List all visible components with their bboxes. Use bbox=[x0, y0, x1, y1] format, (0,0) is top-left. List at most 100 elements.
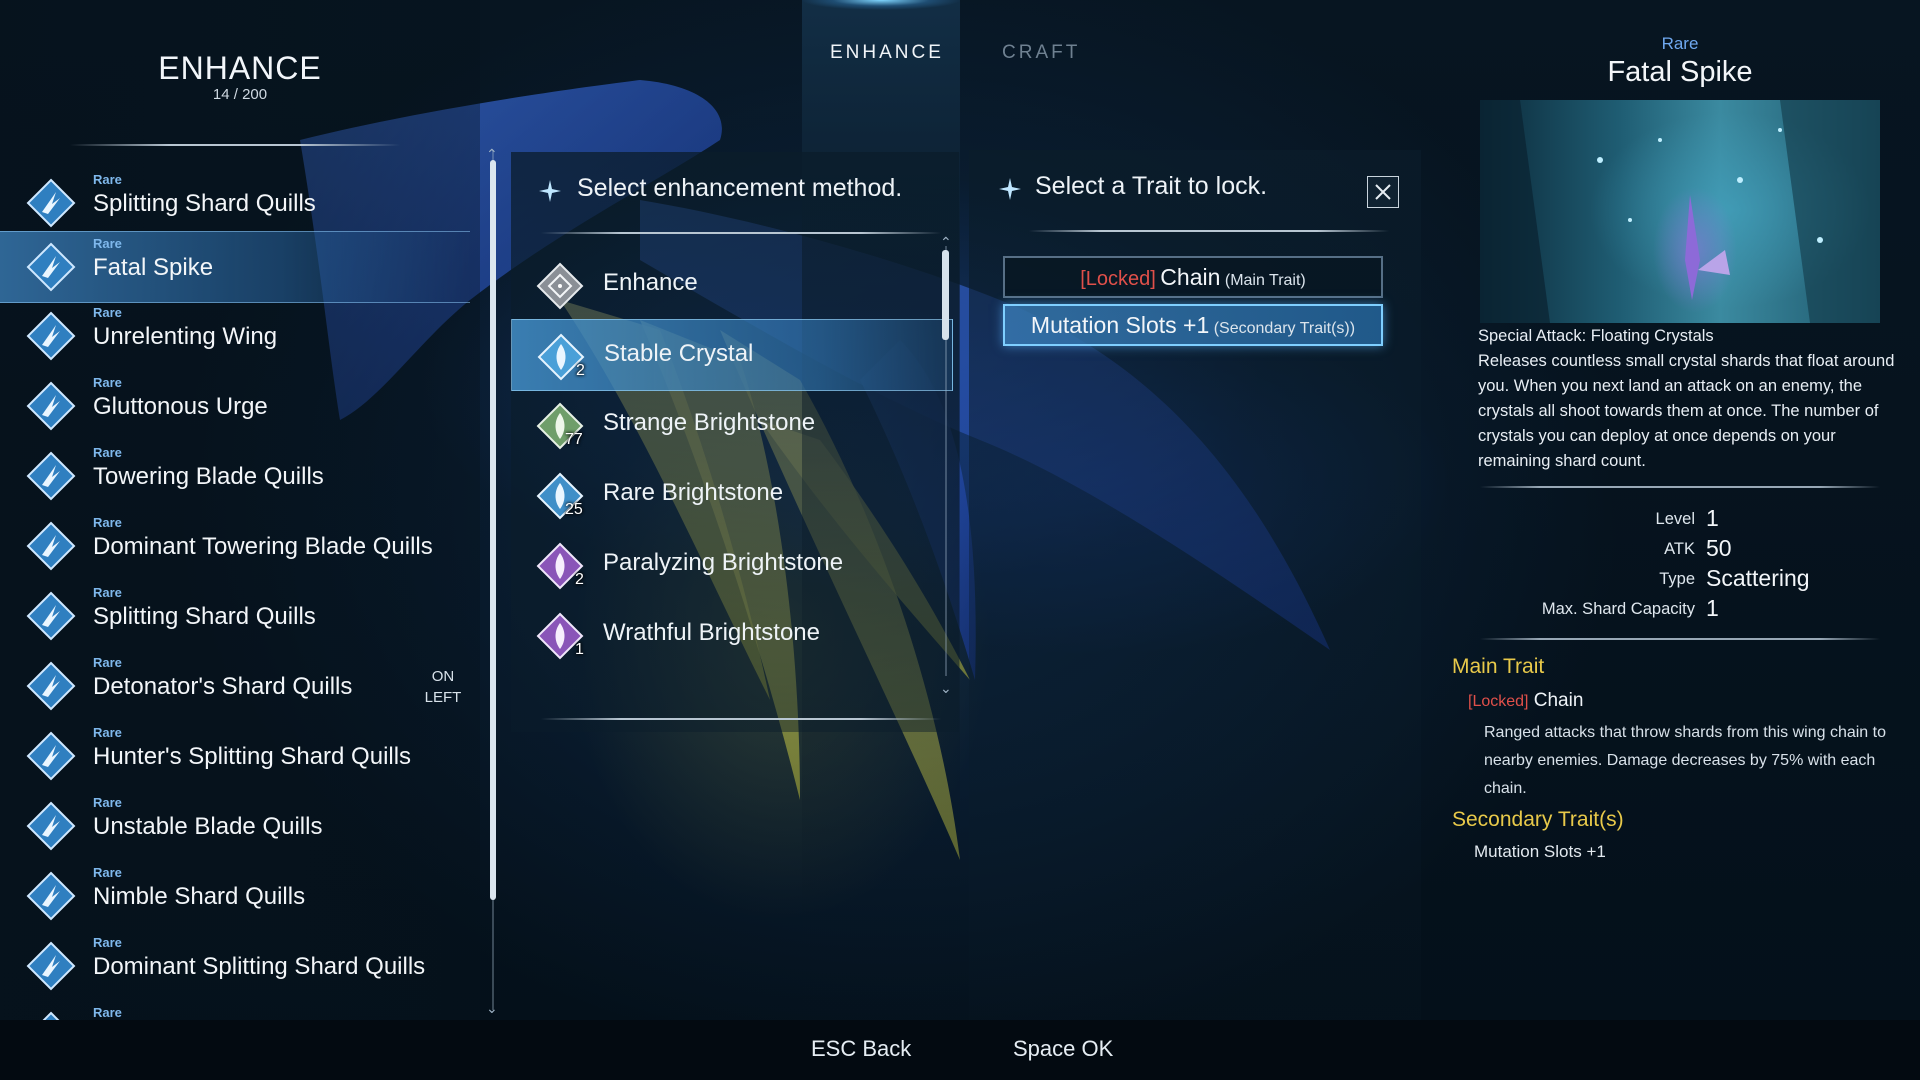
method-name: Paralyzing Brightstone bbox=[603, 549, 844, 576]
close-button[interactable] bbox=[1367, 176, 1399, 208]
diamond-wing-icon bbox=[26, 941, 76, 991]
list-item-selected[interactable]: Rare Fatal Spike bbox=[0, 231, 470, 303]
list-item[interactable]: Rare Detonator's Shard Quills bbox=[0, 651, 470, 721]
rarity-label: Rare bbox=[93, 725, 122, 740]
item-name: Splitting Shard Quills bbox=[93, 603, 316, 630]
diamond-wing-icon bbox=[26, 178, 76, 228]
chevron-down-icon[interactable]: ⌄ bbox=[940, 680, 952, 697]
list-item[interactable]: Rare Hunter's Splitting Shard Quills bbox=[0, 721, 470, 791]
tab-enhance[interactable]: ENHANCE bbox=[830, 42, 944, 64]
diamond-wing-icon bbox=[26, 591, 76, 641]
chevron-down-icon[interactable]: ⌄ bbox=[486, 1000, 498, 1017]
diamond-wing-icon bbox=[26, 242, 76, 292]
chevron-up-icon[interactable]: ⌃ bbox=[486, 146, 498, 163]
rarity-label: Rare bbox=[93, 172, 122, 187]
method-item[interactable]: 2 Paralyzing Brightstone bbox=[511, 529, 951, 599]
divider bbox=[541, 718, 941, 720]
character-preview-art bbox=[1480, 100, 1880, 323]
secondary-trait-name: Mutation Slots +1 bbox=[1474, 842, 1606, 861]
rarity-label: Rare bbox=[93, 445, 122, 460]
detail-rarity: Rare bbox=[1661, 34, 1699, 53]
quantity-badge: 1 bbox=[575, 641, 584, 658]
ok-button[interactable]: Space OK bbox=[1013, 1036, 1113, 1062]
stat-value: 50 bbox=[1706, 535, 1732, 561]
method-item-selected[interactable]: 2 Stable Crystal bbox=[511, 319, 953, 391]
list-item[interactable]: Rare Towering Blade Quills bbox=[0, 441, 470, 511]
rarity-label: Rare bbox=[93, 795, 122, 810]
special-attack-title: Special Attack: Floating Crystals bbox=[1478, 327, 1714, 345]
diamond-wing-icon bbox=[26, 871, 76, 921]
back-button[interactable]: ESC Back bbox=[811, 1036, 911, 1062]
item-detail-panel: Rare Fatal Spike Special Attack: Floatin… bbox=[1440, 0, 1920, 1020]
diamond-wing-icon bbox=[26, 451, 76, 501]
diamond-wing-icon bbox=[26, 521, 76, 571]
item-name: Dominant Towering Blade Quills bbox=[93, 533, 433, 560]
rarity-label: Rare bbox=[93, 236, 122, 251]
stat-label: ATK bbox=[1664, 540, 1695, 558]
list-item[interactable]: Rare Splitting Shard Quills bbox=[0, 581, 470, 651]
detail-title: Fatal Spike bbox=[1607, 56, 1753, 88]
trait-lock-panel: Select a Trait to lock. [Locked] Chain (… bbox=[969, 150, 1421, 1020]
divider bbox=[1029, 230, 1389, 232]
quantity-badge: 77 bbox=[565, 431, 583, 448]
four-point-star-icon bbox=[999, 178, 1021, 200]
item-name: Towering Blade Quills bbox=[93, 463, 324, 490]
method-item[interactable]: 25 Rare Brightstone bbox=[511, 459, 951, 529]
stat-value: 1 bbox=[1706, 595, 1719, 621]
tab-craft[interactable]: CRAFT bbox=[1002, 42, 1080, 64]
item-count: 14 / 200 bbox=[212, 86, 268, 103]
control-hints-bar bbox=[0, 1020, 1920, 1080]
method-name: Strange Brightstone bbox=[603, 409, 816, 436]
diamond-wing-icon bbox=[26, 311, 76, 361]
quantity-badge: 2 bbox=[576, 362, 585, 379]
list-item[interactable]: Rare bbox=[0, 1001, 470, 1020]
locked-tag: [Locked] bbox=[1080, 268, 1156, 290]
list-item[interactable]: Rare Splitting Shard Quills bbox=[0, 168, 470, 238]
secondary-trait-heading: Secondary Trait(s) bbox=[1452, 808, 1624, 831]
item-name: Unstable Blade Quills bbox=[93, 813, 323, 840]
trait-option-main[interactable]: [Locked] Chain (Main Trait) bbox=[1003, 256, 1383, 298]
item-name: Nimble Shard Quills bbox=[93, 883, 306, 910]
page-title: ENHANCE bbox=[158, 50, 322, 86]
main-trait-heading: Main Trait bbox=[1452, 655, 1545, 678]
panel-heading: Select enhancement method. bbox=[577, 174, 903, 202]
rarity-label: Rare bbox=[93, 1005, 122, 1020]
preview-image bbox=[1480, 100, 1880, 323]
item-list-panel: ENHANCE 14 / 200 Rare Splitting Shard Qu… bbox=[0, 0, 480, 1020]
chevron-up-icon[interactable]: ⌃ bbox=[940, 234, 952, 251]
method-item[interactable]: 1 Wrathful Brightstone bbox=[511, 599, 951, 669]
stat-value: 1 bbox=[1706, 505, 1719, 531]
list-item[interactable]: Rare Nimble Shard Quills bbox=[0, 861, 470, 931]
item-list-scroll-thumb[interactable] bbox=[490, 160, 496, 900]
mode-tabs: ENHANCE CRAFT bbox=[802, 0, 1162, 1020]
trait-name: Chain bbox=[1160, 264, 1221, 290]
stat-label: Type bbox=[1659, 570, 1695, 588]
item-name: Hunter's Splitting Shard Quills bbox=[93, 743, 412, 770]
stat-label: Level bbox=[1655, 510, 1695, 528]
list-item[interactable]: Rare Unrelenting Wing bbox=[0, 301, 470, 371]
item-list[interactable]: Rare Splitting Shard Quills Rare Fatal S… bbox=[0, 168, 470, 1020]
trait-option-secondary[interactable]: Mutation Slots +1 (Secondary Trait(s)) bbox=[1003, 304, 1383, 346]
method-item[interactable]: 77 Strange Brightstone bbox=[511, 389, 951, 459]
quantity-badge: 2 bbox=[575, 571, 584, 588]
list-item[interactable]: Rare Gluttonous Urge bbox=[0, 371, 470, 441]
rarity-label: Rare bbox=[93, 305, 122, 320]
enhancement-method-panel: Select enhancement method. Enhance 2 Sta… bbox=[511, 152, 959, 732]
method-name: Enhance bbox=[603, 269, 698, 296]
method-name: Stable Crystal bbox=[604, 340, 754, 367]
rarity-label: Rare bbox=[93, 585, 122, 600]
rarity-label: Rare bbox=[93, 375, 122, 390]
diamond-wing-icon bbox=[42, 1011, 60, 1020]
tab-glow bbox=[802, 0, 960, 14]
item-name: Gluttonous Urge bbox=[93, 393, 268, 420]
list-item[interactable]: Rare Dominant Splitting Shard Quills bbox=[0, 931, 470, 1001]
method-list-scroll-thumb[interactable] bbox=[942, 250, 949, 340]
divider bbox=[1480, 638, 1880, 640]
list-item[interactable]: Rare Dominant Towering Blade Quills bbox=[0, 511, 470, 581]
on-left-indicator: ON LEFT bbox=[424, 668, 462, 706]
list-item[interactable]: Rare Unstable Blade Quills bbox=[0, 791, 470, 861]
diamond-wing-icon bbox=[26, 801, 76, 851]
method-item[interactable]: Enhance bbox=[511, 249, 951, 319]
diamond-wing-icon bbox=[26, 731, 76, 781]
main-trait-name: [Locked] Chain bbox=[1468, 690, 1583, 712]
